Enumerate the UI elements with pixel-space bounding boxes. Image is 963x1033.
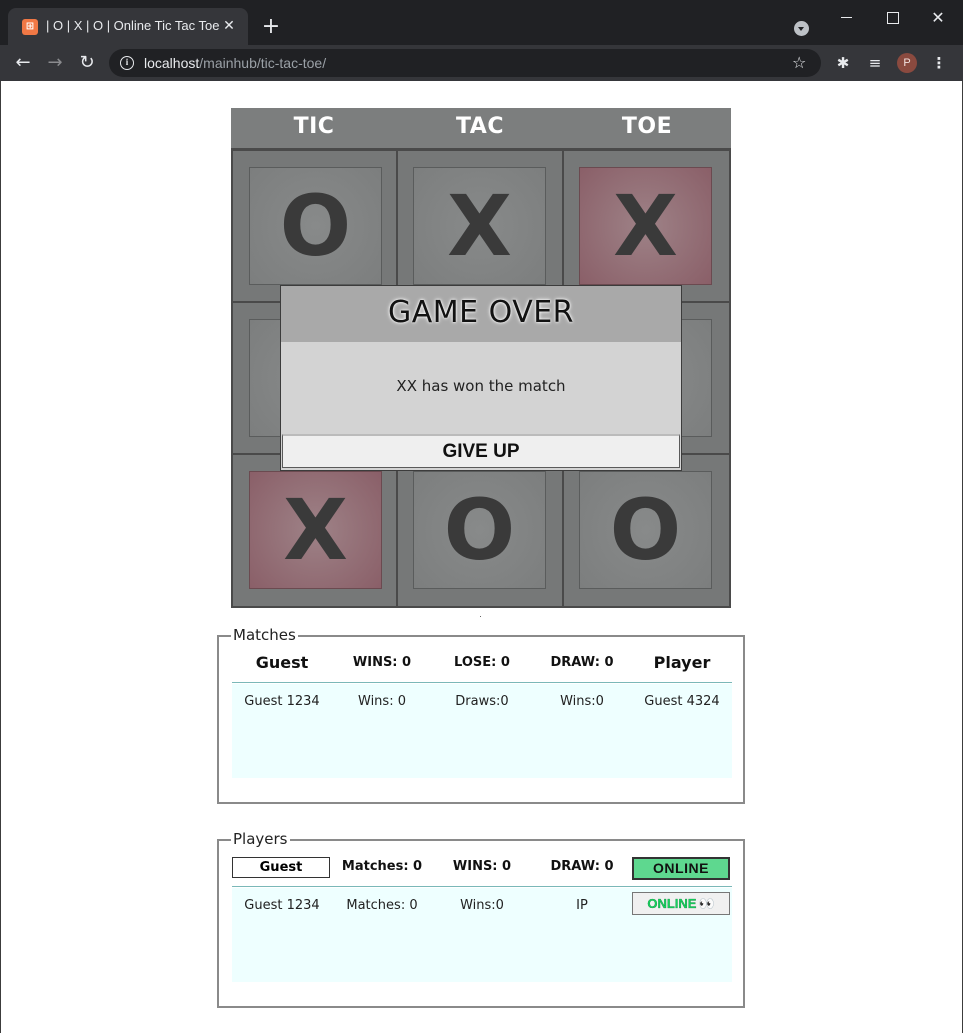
header-wins: WINS: 0	[352, 655, 412, 670]
header-matches: Matches: 0	[341, 859, 423, 874]
close-icon[interactable]: ✕	[926, 8, 950, 28]
players-header: Guest Matches: 0 WINS: 0 DRAW: 0 ONLINE	[232, 855, 732, 887]
cell-mark: X	[447, 177, 512, 275]
cell-mark: O	[443, 481, 516, 579]
media-icon[interactable]: ≡	[864, 52, 886, 74]
header-tic: TIC	[293, 114, 335, 139]
matches-legend: Matches	[231, 626, 298, 644]
players-panel: Players Guest Matches: 0 WINS: 0 DRAW: 0…	[217, 830, 745, 1008]
online-label: ONLINE	[647, 896, 697, 911]
give-up-button[interactable]: GIVE UP	[282, 434, 680, 468]
page-border-left	[0, 81, 1, 1033]
matches-header: Guest WINS: 0 LOSE: 0 DRAW: 0 Player	[232, 651, 732, 683]
cell-mark: O	[609, 481, 682, 579]
new-tab-icon[interactable]: +	[259, 16, 283, 40]
board-cell[interactable]: O	[579, 471, 712, 589]
cell-mark: X	[283, 481, 348, 579]
players-legend: Players	[231, 830, 290, 848]
match-player-wins: Wins:0	[560, 694, 604, 709]
header-wins: WINS: 0	[452, 859, 512, 874]
dialog-header: GAME OVER	[281, 286, 681, 342]
minimize-icon[interactable]	[835, 8, 859, 28]
browser-toolbar: ← → ↻ i localhost/mainhub/tic-tac-toe/ ☆…	[0, 45, 963, 81]
match-guest: Guest 1234	[244, 694, 320, 709]
player-ip: IP	[576, 898, 588, 913]
maximize-icon[interactable]	[880, 8, 904, 28]
eyes-icon: 👀	[698, 896, 715, 911]
player-name: Guest 1234	[244, 898, 320, 913]
forward-icon[interactable]: →	[43, 51, 67, 75]
url-text[interactable]: localhost/mainhub/tic-tac-toe/	[144, 55, 326, 71]
header-draw: DRAW: 0	[550, 655, 614, 670]
guest-button[interactable]: Guest	[232, 857, 330, 878]
star-icon[interactable]: ☆	[792, 53, 806, 72]
browser-tab[interactable]: ⊞ | O | X | O | Online Tic Tac Toe ✕	[8, 8, 248, 45]
player-wins: Wins:0	[460, 898, 504, 913]
board-cell[interactable]: X	[413, 167, 546, 285]
url-path: /mainhub/tic-tac-toe/	[199, 55, 327, 71]
game-over-dialog: GAME OVER XX has won the match GIVE UP	[280, 285, 682, 471]
board-cell[interactable]: X	[579, 167, 712, 285]
matches-list: Guest 1234 Wins: 0 Draws:0 Wins:0 Guest …	[232, 684, 732, 778]
header-toe: TOE	[621, 114, 673, 139]
more-menu-icon[interactable]: ⋮	[928, 52, 950, 74]
online-status-badge: ONLINE	[632, 857, 730, 880]
header-draw: DRAW: 0	[550, 859, 614, 874]
tab-search-icon[interactable]	[794, 21, 809, 36]
match-wins: Wins: 0	[358, 694, 406, 709]
url-host: localhost	[144, 55, 200, 71]
dialog-message: XX has won the match	[396, 377, 566, 395]
cell-mark: X	[613, 177, 678, 275]
board-header: TIC TAC TOE	[231, 108, 731, 148]
favicon: ⊞	[22, 19, 38, 35]
separator-dot	[480, 616, 481, 617]
address-bar[interactable]: i localhost/mainhub/tic-tac-toe/ ☆	[109, 49, 821, 77]
tab-strip: ⊞ | O | X | O | Online Tic Tac Toe ✕ + ✕	[0, 0, 963, 45]
match-player: Guest 4324	[644, 694, 720, 709]
board-cell[interactable]: O	[413, 471, 546, 589]
player-online-button[interactable]: ONLINE 👀	[632, 892, 730, 915]
board-cell[interactable]: X	[249, 471, 382, 589]
header-lose: LOSE: 0	[454, 655, 510, 670]
tab-close-icon[interactable]: ✕	[220, 17, 238, 35]
tab-title: | O | X | O | Online Tic Tac Toe	[46, 18, 220, 33]
matches-panel: Matches Guest WINS: 0 LOSE: 0 DRAW: 0 Pl…	[217, 626, 745, 804]
dialog-title: GAME OVER	[387, 295, 575, 330]
puzzle-icon[interactable]: ✱	[832, 52, 854, 74]
info-icon[interactable]: i	[120, 56, 134, 70]
avatar[interactable]: P	[897, 53, 917, 73]
header-player: Player	[653, 653, 711, 672]
header-tac: TAC	[456, 114, 504, 139]
player-matches: Matches: 0	[346, 898, 418, 913]
players-list: Guest 1234 Matches: 0 Wins:0 IP ONLINE 👀	[232, 888, 732, 982]
board-cell[interactable]: O	[249, 167, 382, 285]
reload-icon[interactable]: ↻	[75, 51, 99, 75]
header-guest: Guest	[255, 653, 309, 672]
cell-mark: O	[279, 177, 352, 275]
match-draws: Draws:0	[455, 694, 509, 709]
back-icon[interactable]: ←	[11, 51, 35, 75]
